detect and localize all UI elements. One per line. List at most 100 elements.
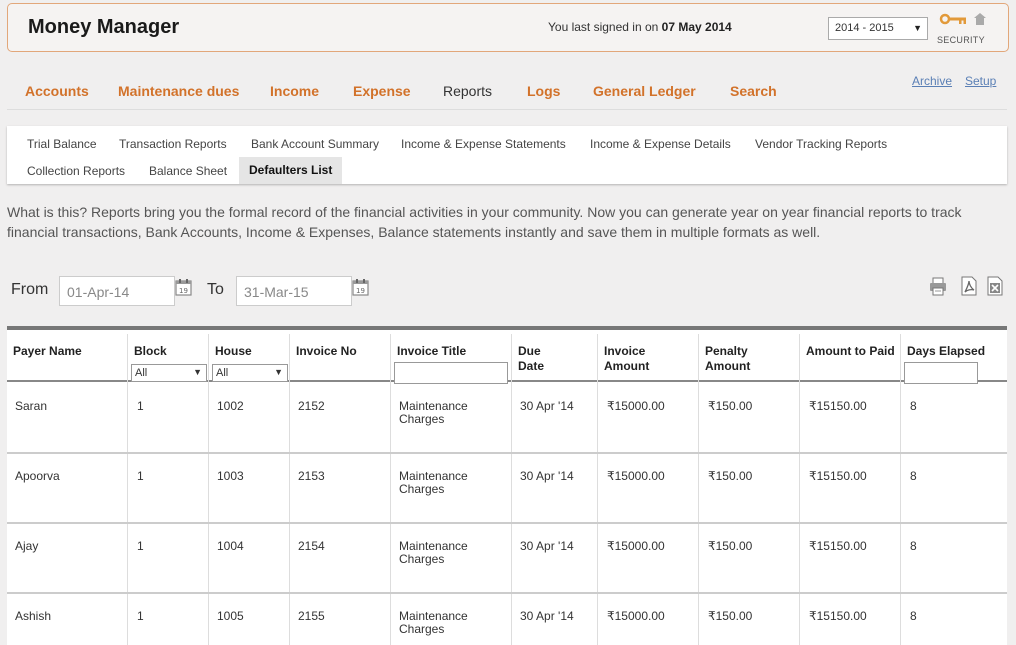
subnav-balance-sheet[interactable]: Balance Sheet	[149, 164, 227, 178]
cell-penalty: ₹150.00	[708, 469, 753, 483]
last-signin-text: You last signed in on 07 May 2014	[548, 20, 732, 34]
app-title: Money Manager	[28, 16, 180, 38]
nav-accounts[interactable]: Accounts	[25, 83, 89, 99]
cell-days-elapsed: 8	[910, 539, 917, 553]
reports-subnav: Trial Balance Transaction Reports Bank A…	[7, 126, 1007, 184]
cell-days-elapsed: 8	[910, 469, 917, 483]
nav-reports[interactable]: Reports	[443, 83, 492, 99]
nav-maintenance-dues[interactable]: Maintenance dues	[118, 83, 239, 99]
table-header: Payer Name Block All ▼ House All ▼ Invoi…	[7, 330, 1007, 384]
subnav-vendor-tracking-reports[interactable]: Vendor Tracking Reports	[755, 137, 887, 151]
chevron-down-icon: ▼	[913, 23, 922, 33]
cell-penalty: ₹150.00	[708, 609, 753, 623]
table-row[interactable]: Ajay 1 1004 2154 Maintenance Charges 30 …	[7, 524, 1007, 594]
header-invoice-amount-line2: Amount	[604, 359, 650, 373]
cell-invoice-title: Maintenance Charges	[399, 540, 468, 566]
print-icon[interactable]	[928, 276, 948, 296]
header-invoice-amount-line1: Invoice	[604, 344, 646, 358]
subnav-income-expense-details[interactable]: Income & Expense Details	[590, 137, 731, 151]
cell-invoice-amount: ₹15000.00	[607, 609, 665, 623]
nav-income[interactable]: Income	[270, 83, 319, 99]
to-date-input[interactable]: 31-Mar-15	[236, 276, 352, 306]
header-due-date: Due Date	[518, 344, 544, 374]
cell-block: 1	[137, 539, 144, 553]
cell-days-elapsed: 8	[910, 399, 917, 413]
header-due-date-line2: Date	[518, 359, 545, 373]
excel-icon[interactable]	[987, 276, 1004, 296]
nav-logs[interactable]: Logs	[527, 83, 560, 99]
financial-year-select[interactable]: 2014 - 2015 ▼	[828, 17, 928, 40]
table-row[interactable]: Apoorva 1 1003 2153 Maintenance Charges …	[7, 454, 1007, 524]
cell-days-elapsed: 8	[910, 609, 917, 623]
invoice-title-filter-input[interactable]	[394, 362, 508, 384]
header-penalty-line1: Penalty	[705, 344, 748, 358]
cell-block: 1	[137, 609, 144, 623]
header-penalty-amount: Penalty Amount	[705, 344, 750, 374]
subnav-trial-balance[interactable]: Trial Balance	[27, 137, 97, 151]
cell-payer: Saran	[15, 399, 48, 413]
pdf-icon[interactable]	[960, 276, 978, 296]
cell-invoice-title-line2: Charges	[399, 482, 445, 496]
security-button[interactable]: SECURITY	[937, 11, 993, 49]
cell-penalty: ₹150.00	[708, 399, 753, 413]
nav-search[interactable]: Search	[730, 83, 777, 99]
chevron-down-icon: ▼	[274, 367, 283, 377]
nav-divider	[7, 109, 1007, 110]
cell-invoice-title-line2: Charges	[399, 552, 445, 566]
cell-payer: Ajay	[15, 539, 39, 553]
cell-due-date: 30 Apr '14	[520, 399, 574, 413]
header-penalty-line2: Amount	[705, 359, 751, 373]
cell-amount-to-paid: ₹15150.00	[809, 539, 867, 553]
cell-block: 1	[137, 399, 144, 413]
nav-general-ledger[interactable]: General Ledger	[593, 83, 696, 99]
calendar-icon[interactable]: 19	[175, 278, 192, 296]
cell-house: 1003	[217, 469, 244, 483]
cell-due-date: 30 Apr '14	[520, 469, 574, 483]
subnav-defaulters-list[interactable]: Defaulters List	[239, 157, 343, 184]
subnav-collection-reports[interactable]: Collection Reports	[27, 164, 125, 178]
cell-amount-to-paid: ₹15150.00	[809, 609, 867, 623]
header-invoice-no: Invoice No	[296, 344, 357, 358]
cell-invoice-title: Maintenance Charges	[399, 400, 468, 426]
cell-invoice-title: Maintenance Charges	[399, 610, 468, 636]
calendar-icon[interactable]: 19	[352, 278, 369, 296]
security-label: SECURITY	[937, 35, 985, 45]
setup-link[interactable]: Setup	[965, 74, 996, 88]
header-due-date-line1: Due	[518, 344, 541, 358]
cell-invoice-title-line2: Charges	[399, 622, 445, 636]
from-label: From	[11, 281, 49, 298]
header-block: Block	[134, 344, 167, 358]
cell-house: 1005	[217, 609, 244, 623]
header-days-elapsed: Days Elapsed	[907, 344, 986, 358]
cell-amount-to-paid: ₹15150.00	[809, 469, 867, 483]
cell-amount-to-paid: ₹15150.00	[809, 399, 867, 413]
cell-payer: Ashish	[15, 609, 52, 623]
cell-due-date: 30 Apr '14	[520, 539, 574, 553]
header-house: House	[215, 344, 252, 358]
table-row[interactable]: Saran 1 1002 2152 Maintenance Charges 30…	[7, 384, 1007, 454]
days-elapsed-filter-input[interactable]	[904, 362, 978, 384]
block-filter-select[interactable]: All ▼	[131, 364, 207, 382]
cell-invoice-no: 2154	[298, 539, 325, 553]
svg-text:19: 19	[179, 287, 188, 295]
block-filter-value: All	[135, 367, 148, 379]
chevron-down-icon: ▼	[193, 367, 202, 377]
house-filter-select[interactable]: All ▼	[212, 364, 288, 382]
from-date-input[interactable]: 01-Apr-14	[59, 276, 175, 306]
cell-payer: Apoorva	[15, 469, 60, 483]
cell-invoice-amount: ₹15000.00	[607, 469, 665, 483]
cell-invoice-no: 2152	[298, 399, 325, 413]
signin-prefix: You last signed in on	[548, 20, 659, 34]
house-filter-value: All	[216, 367, 229, 379]
archive-link[interactable]: Archive	[912, 74, 952, 88]
nav-expense[interactable]: Expense	[353, 83, 411, 99]
table-row[interactable]: Ashish 1 1005 2155 Maintenance Charges 3…	[7, 594, 1007, 645]
defaulters-table: Payer Name Block All ▼ House All ▼ Invoi…	[7, 326, 1007, 645]
subnav-transaction-reports[interactable]: Transaction Reports	[119, 137, 227, 151]
app-header: Money Manager You last signed in on 07 M…	[7, 3, 1009, 52]
cell-due-date: 30 Apr '14	[520, 609, 574, 623]
subnav-income-expense-statements[interactable]: Income & Expense Statements	[401, 137, 566, 151]
subnav-bank-account-summary[interactable]: Bank Account Summary	[251, 137, 379, 151]
signin-date: 07 May 2014	[661, 20, 732, 34]
cell-penalty: ₹150.00	[708, 539, 753, 553]
